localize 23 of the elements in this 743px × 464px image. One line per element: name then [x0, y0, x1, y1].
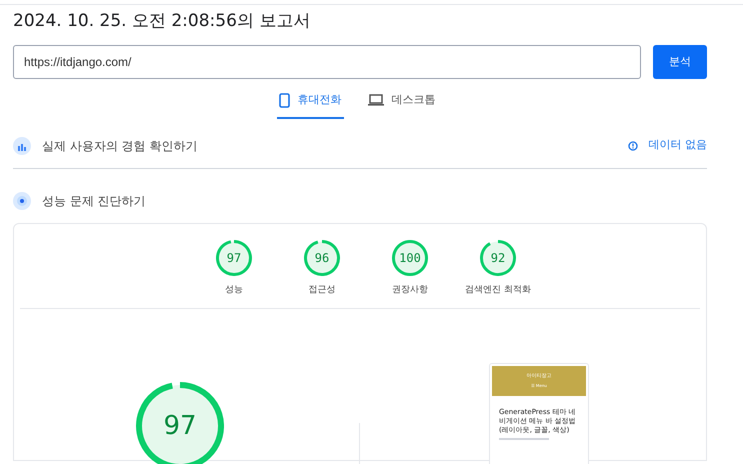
score-value: 96: [314, 250, 330, 266]
analyze-button[interactable]: 분석: [653, 45, 707, 79]
category-label: 권장사항: [392, 284, 428, 296]
no-data-link[interactable]: 데이터 없음: [648, 137, 707, 154]
phone-icon: [278, 92, 290, 108]
section-title: 실제 사용자의 경험 확인하기: [42, 138, 198, 154]
category-label: 검색엔진 최적화: [465, 284, 531, 296]
score-value: 100: [398, 250, 422, 266]
url-input-field[interactable]: https://itdjango.com/: [13, 45, 641, 79]
users-chart-icon: [13, 136, 31, 154]
device-tab[interactable]: 데스크톱: [366, 92, 438, 118]
section-title: 성능 문제 진단하기: [42, 192, 146, 210]
score-value: 97: [226, 250, 242, 266]
score-value: 97: [162, 410, 198, 442]
score-value: 92: [490, 250, 506, 266]
radar-icon: [13, 192, 31, 210]
report-title: 2024. 10. 25. 오전 2:08:56의 보고서: [13, 10, 312, 32]
info-icon: [628, 140, 638, 150]
text-line-drawing: [499, 438, 549, 440]
device-tab[interactable]: 휴대전화: [276, 92, 344, 118]
category-label: 접근성: [308, 284, 336, 296]
laptop-icon: [368, 94, 384, 106]
category-label: 성능: [225, 284, 243, 296]
